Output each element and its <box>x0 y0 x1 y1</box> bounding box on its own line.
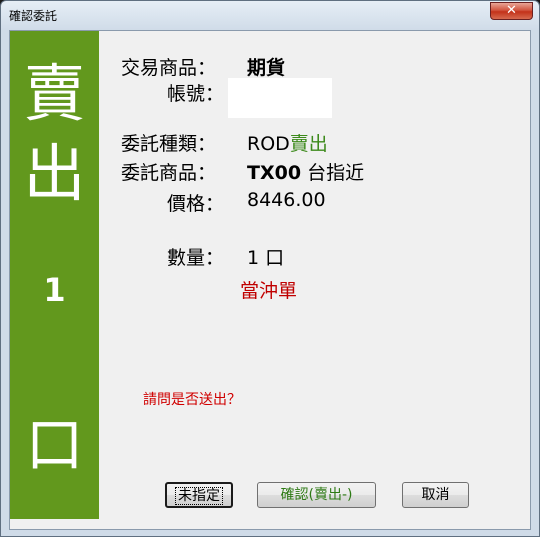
quantity-label: 數量： <box>167 247 225 269</box>
price-value: 8446.00 <box>247 189 326 211</box>
panel-sell-char-2: 出 <box>23 137 86 210</box>
order-product-label: 委託商品： <box>121 162 217 184</box>
confirm-sell-button[interactable]: 確認(賣出-) <box>257 482 376 508</box>
product-type-row: 交易商品： 期貨 <box>121 53 285 80</box>
cancel-button[interactable]: 取消 <box>402 482 469 508</box>
side-panel: 賣 出 1 口 <box>10 31 99 519</box>
panel-unit: 口 <box>25 411 84 479</box>
title-bar[interactable]: 確認委託 ✕ <box>1 1 539 29</box>
unspecified-button[interactable]: 未指定 <box>165 482 233 508</box>
unspecified-button-label: 未指定 <box>175 487 223 505</box>
order-product-name: 台指近 <box>307 162 365 184</box>
panel-quantity: 1 <box>43 271 66 309</box>
window-title: 確認委託 <box>9 9 58 23</box>
price-row: 價格： 8446.00 <box>167 189 326 216</box>
order-product-row: 委託商品： TX00 台指近 <box>121 158 364 185</box>
account-row: 帳號： <box>167 79 224 106</box>
order-type-row: 委託種類： ROD賣出 <box>121 129 328 156</box>
day-trade-label: 當沖單 <box>240 280 298 302</box>
close-button[interactable]: ✕ <box>490 2 533 20</box>
confirm-question: 請問是否送出？ <box>143 392 241 408</box>
product-type-label: 交易商品： <box>121 57 217 79</box>
product-type-value: 期貨 <box>247 57 286 79</box>
panel-sell-char-1: 賣 <box>23 57 86 130</box>
quantity-value: 1 口 <box>247 247 285 269</box>
order-side: 賣出 <box>289 133 328 155</box>
account-label: 帳號： <box>167 83 225 105</box>
close-icon: ✕ <box>506 3 517 18</box>
order-product-code: TX00 <box>247 162 302 184</box>
order-product-value: TX00 台指近 <box>247 158 364 185</box>
dialog-body: 賣 出 1 口 交易商品： 期貨 帳號： 委託種類： ROD賣出 委託商品： T… <box>9 30 531 530</box>
account-value-redacted <box>228 78 332 118</box>
dialog-window: 確認委託 ✕ 賣 出 1 口 交易商品： 期貨 帳號： 委託種類： ROD賣出 … <box>0 0 540 537</box>
price-label: 價格： <box>167 193 225 215</box>
quantity-row: 數量： 1 口 <box>167 243 284 270</box>
order-type-label: 委託種類： <box>121 133 217 155</box>
order-type-prefix: ROD <box>247 133 290 155</box>
order-type-value: ROD賣出 <box>247 129 328 156</box>
